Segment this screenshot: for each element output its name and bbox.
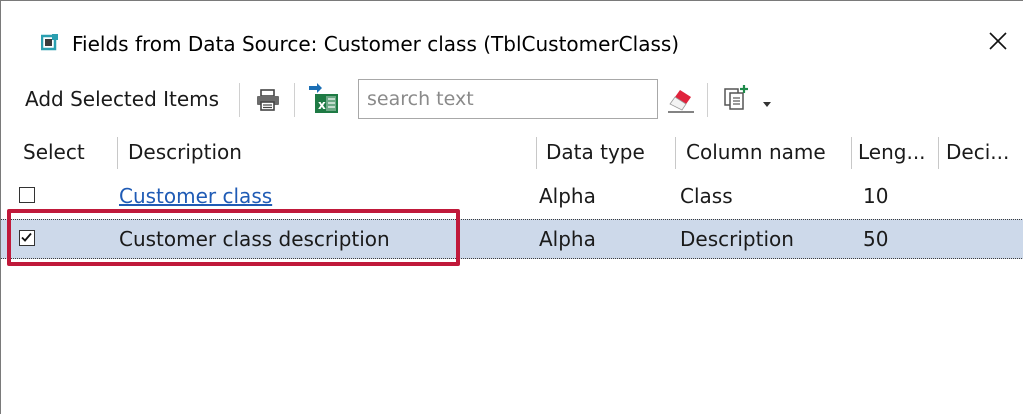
fields-dialog: Fields from Data Source: Customer class … — [0, 0, 1023, 414]
column-divider[interactable] — [536, 137, 537, 169]
description-cell[interactable]: Customer class description — [119, 219, 529, 259]
copy-dropdown-icon[interactable] — [723, 84, 779, 118]
table-row-selected[interactable]: Customer class description Alpha Descrip… — [1, 219, 1023, 259]
search-input[interactable] — [358, 79, 658, 119]
checkmark-icon — [21, 232, 32, 242]
length-cell: 50 — [863, 227, 889, 251]
column-header-length[interactable]: Leng... — [858, 131, 936, 173]
description-cell[interactable]: Customer class — [119, 176, 529, 216]
clear-eraser-icon[interactable] — [666, 86, 696, 118]
column-divider[interactable] — [117, 137, 118, 169]
svg-text:x: x — [318, 98, 326, 112]
grid-header: Select Description Data type Column name… — [1, 131, 1023, 173]
column-divider[interactable] — [938, 137, 939, 169]
export-excel-icon[interactable]: x — [306, 83, 340, 119]
length-cell: 10 — [863, 184, 889, 208]
row-select-checkbox-checked[interactable] — [19, 230, 35, 246]
print-icon[interactable] — [255, 89, 281, 115]
close-button[interactable] — [976, 23, 1020, 63]
column-divider[interactable] — [851, 137, 852, 169]
toolbar: Add Selected Items x — [1, 79, 1023, 121]
toolbar-separator — [294, 83, 295, 117]
app-window-icon — [40, 34, 58, 51]
column-header-column-name[interactable]: Column name — [686, 131, 848, 173]
data-type-cell: Alpha — [539, 227, 596, 251]
column-header-description[interactable]: Description — [128, 131, 528, 173]
column-header-decimals[interactable]: Deci... — [946, 131, 1023, 173]
decimals-cell — [946, 176, 1016, 216]
column-header-select[interactable]: Select — [23, 131, 113, 173]
column-name-cell: Class — [680, 184, 733, 208]
close-icon — [988, 31, 1008, 55]
title-bar: Fields from Data Source: Customer class … — [1, 1, 1023, 79]
row-select-checkbox[interactable] — [19, 187, 35, 203]
add-selected-items-button[interactable]: Add Selected Items — [25, 86, 219, 112]
column-name-cell: Description — [680, 227, 794, 251]
toolbar-separator — [239, 83, 240, 117]
column-divider[interactable] — [675, 137, 676, 169]
column-header-data-type[interactable]: Data type — [546, 131, 666, 173]
toolbar-separator — [707, 83, 708, 117]
data-type-cell: Alpha — [539, 184, 596, 208]
table-row[interactable]: Customer class Alpha Class 10 — [1, 176, 1023, 216]
window-title: Fields from Data Source: Customer class … — [72, 32, 680, 56]
decimals-cell — [946, 219, 1016, 259]
